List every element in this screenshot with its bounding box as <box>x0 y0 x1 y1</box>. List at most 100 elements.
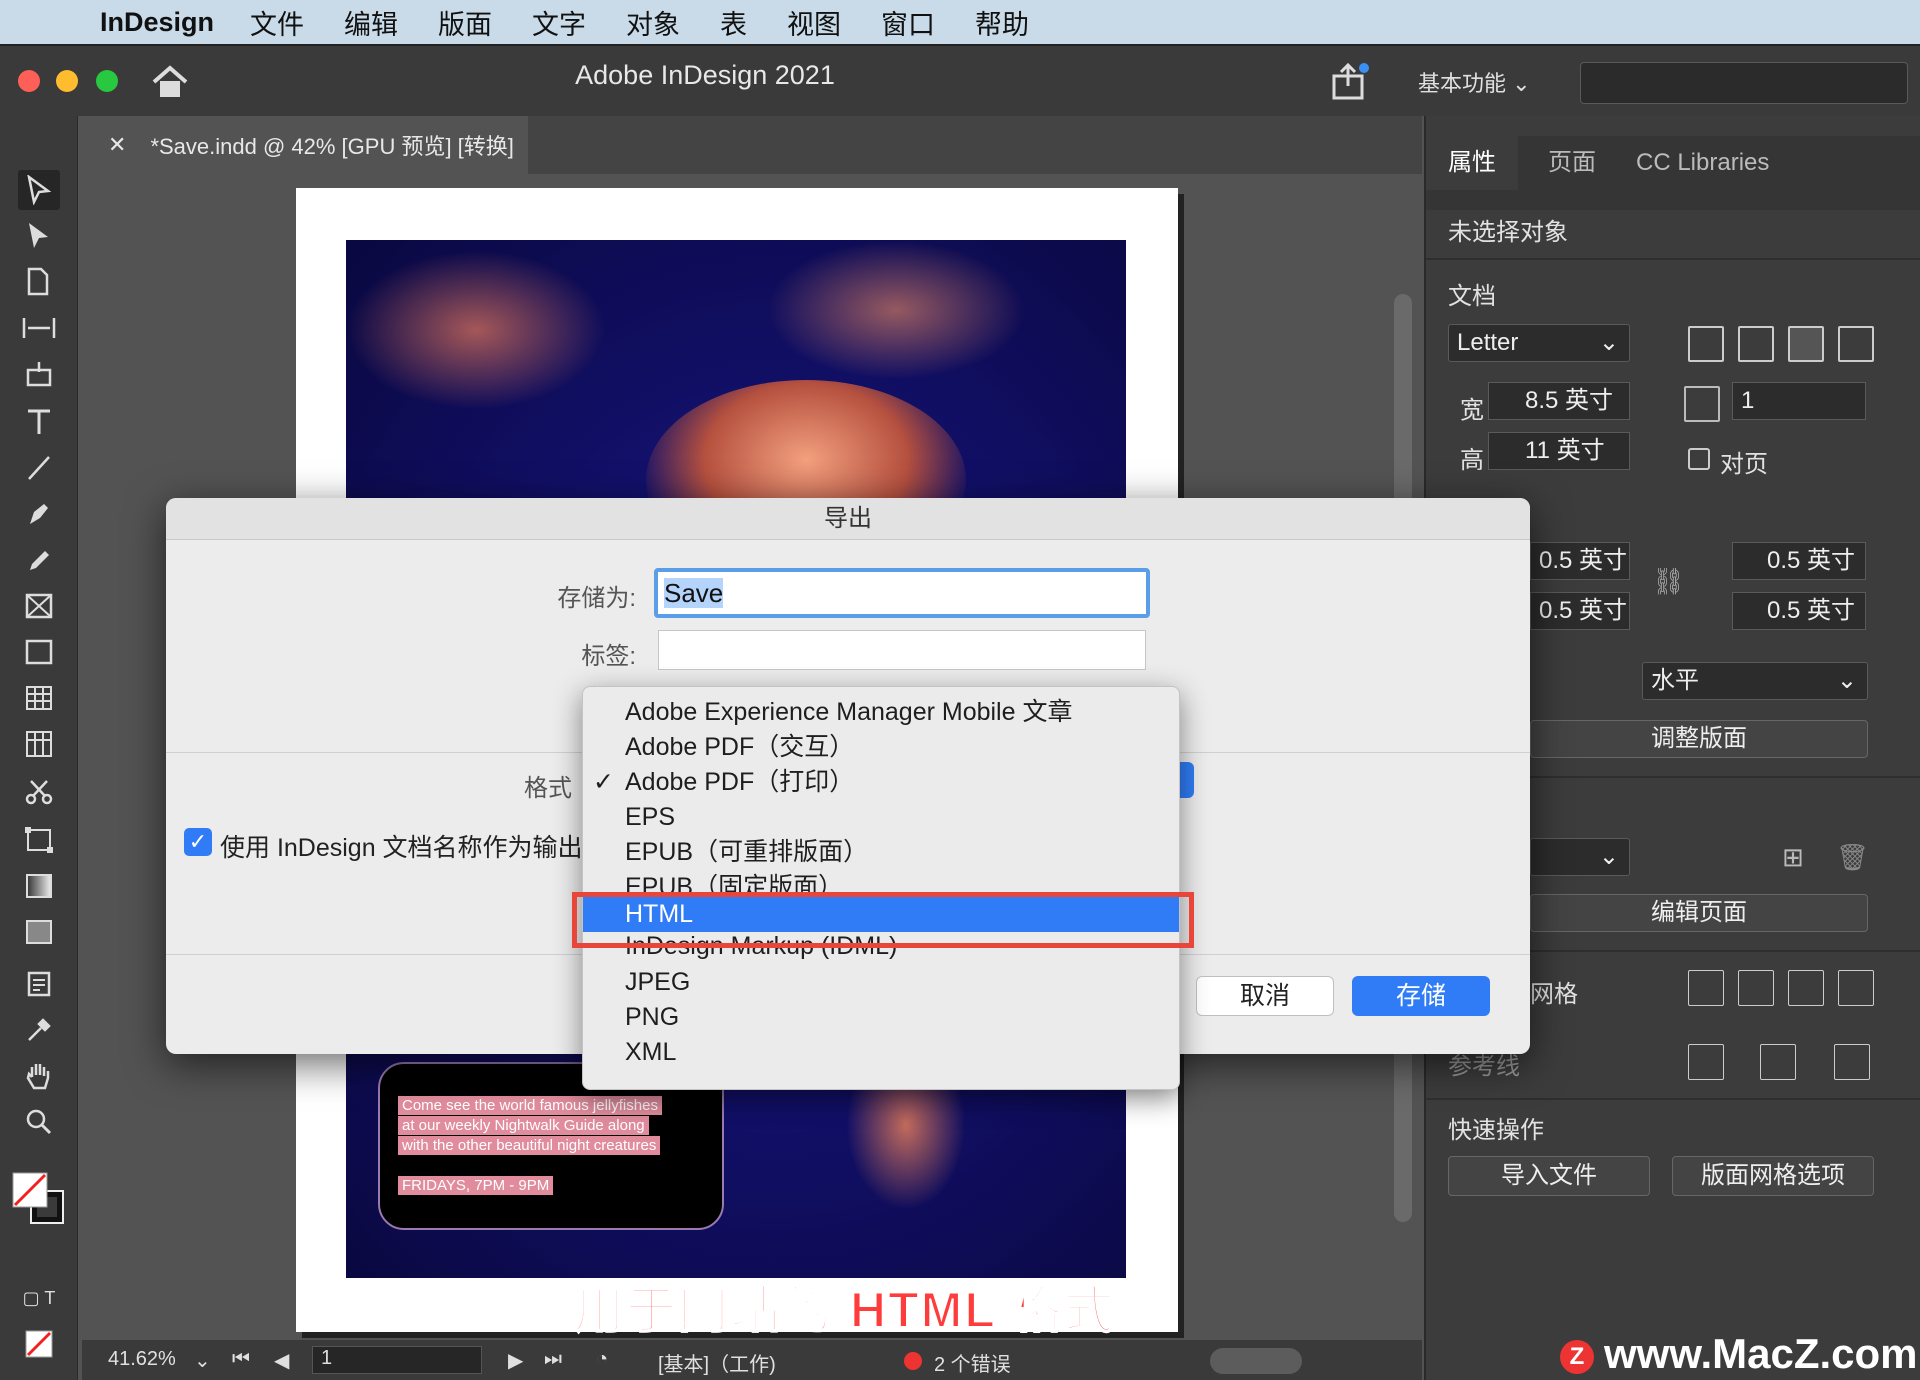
page-tool-icon[interactable] <box>18 262 60 302</box>
gradient-swatch-tool-icon[interactable] <box>18 866 60 906</box>
margin-left-field[interactable]: 0.5 英寸 <box>1732 542 1866 580</box>
menu-view[interactable]: 视图 <box>787 3 841 42</box>
scissors-tool-icon[interactable] <box>18 772 60 812</box>
tab-document[interactable]: ✕ *Save.indd @ 42% [GPU 预览] [转换] <box>82 116 528 174</box>
previous-page-icon[interactable]: ◀ <box>274 1348 289 1373</box>
horizontal-grid-tool-icon[interactable] <box>18 678 60 718</box>
facing-pages-checkbox[interactable] <box>1688 448 1710 470</box>
direct-selection-tool-icon[interactable] <box>18 216 60 256</box>
page-size-select[interactable]: Letter ⌄ <box>1448 324 1630 362</box>
orientation-select[interactable]: 水平 ⌄ <box>1642 662 1868 700</box>
tab-cc-libraries[interactable]: CC Libraries <box>1614 136 1791 190</box>
chevron-down-icon: ⌄ <box>1598 329 1619 356</box>
content-collector-icon[interactable] <box>18 354 60 394</box>
lock-guides-icon[interactable] <box>1760 1044 1796 1080</box>
first-page-icon[interactable]: ⏮ <box>232 1348 250 1371</box>
tab-properties[interactable]: 属性 <box>1426 136 1518 190</box>
gap-tool-icon[interactable] <box>18 308 60 348</box>
document-grid-icon[interactable] <box>1788 970 1824 1006</box>
add-page-icon[interactable]: ⊞ <box>1782 842 1804 873</box>
preflight-profile[interactable]: [基本]（工作) <box>658 1348 776 1377</box>
use-doc-name-label: 使用 InDesign 文档名称作为输出 <box>220 834 583 862</box>
line-tool-icon[interactable] <box>18 448 60 488</box>
zoom-chevron-down-icon[interactable]: ⌄ <box>194 1348 211 1373</box>
hand-tool-icon[interactable] <box>18 1056 60 1096</box>
width-field[interactable]: 8.5 英寸 <box>1488 382 1630 420</box>
vertical-text-icon[interactable] <box>1738 326 1774 362</box>
height-field[interactable]: 11 英寸 <box>1488 432 1630 470</box>
workspace-switcher[interactable]: 基本功能 ⌄ <box>1418 66 1531 98</box>
menu-object[interactable]: 对象 <box>626 3 680 42</box>
menu-layout[interactable]: 版面 <box>438 3 492 42</box>
baseline-grid-icon[interactable] <box>1688 970 1724 1006</box>
menu-table[interactable]: 表 <box>720 3 747 42</box>
dialog-title: 导出 <box>166 498 1530 540</box>
last-page-icon[interactable]: ⏭ <box>544 1348 562 1371</box>
menu-item-eps[interactable]: EPS <box>583 800 1179 835</box>
selection-tool-icon[interactable] <box>18 170 60 210</box>
next-page-icon[interactable]: ▶ <box>508 1348 523 1373</box>
edit-page-button[interactable]: 编辑页面 <box>1530 894 1868 932</box>
menu-window[interactable]: 窗口 <box>881 3 935 42</box>
height-label: 高 <box>1460 447 1484 474</box>
cancel-button[interactable]: 取消 <box>1196 976 1334 1016</box>
tags-input[interactable] <box>658 630 1146 670</box>
margin-top-field[interactable]: 0.5 英寸 <box>1530 542 1630 580</box>
menu-item-epub-fixed[interactable]: EPUB（固定版面） <box>583 870 1179 892</box>
menu-item-epub-reflowable[interactable]: EPUB（可重排版面） <box>583 835 1179 870</box>
preflight-profile-icon[interactable]: ◔ <box>596 1348 608 1371</box>
rectangle-tool-icon[interactable] <box>18 632 60 672</box>
menu-item-aem-mobile[interactable]: Adobe Experience Manager Mobile 文章 <box>583 695 1179 730</box>
menu-app-name[interactable]: InDesign <box>100 7 214 38</box>
menu-file[interactable]: 文件 <box>250 3 304 42</box>
vertical-grid-tool-icon[interactable] <box>18 724 60 764</box>
delete-page-icon[interactable]: 🗑 <box>1836 842 1869 873</box>
type-tool-icon[interactable] <box>18 402 60 442</box>
layout-grid-icon[interactable] <box>1738 970 1774 1006</box>
pen-tool-icon[interactable] <box>18 494 60 534</box>
eyedropper-tool-icon[interactable] <box>18 1010 60 1050</box>
gradient-feather-tool-icon[interactable] <box>18 912 60 952</box>
menu-item-png[interactable]: PNG <box>583 1000 1179 1035</box>
error-count[interactable]: 2 个错误 <box>934 1348 1011 1377</box>
free-transform-tool-icon[interactable] <box>18 820 60 860</box>
menu-item-label: PNG <box>625 1003 680 1031</box>
text-frame-icon[interactable] <box>1688 326 1724 362</box>
use-doc-name-checkbox[interactable]: ✓ <box>184 828 212 856</box>
note-tool-icon[interactable] <box>18 964 60 1004</box>
link-margins-icon[interactable]: ⛓ <box>1652 566 1685 597</box>
pencil-tool-icon[interactable] <box>18 540 60 580</box>
close-icon[interactable]: ✕ <box>108 132 126 158</box>
save-as-input[interactable]: Save <box>654 568 1150 618</box>
layout-grid-options-button[interactable]: 版面网格选项 <box>1672 1156 1874 1196</box>
menu-item-pdf-print[interactable]: ✓ Adobe PDF（打印） <box>583 765 1179 800</box>
import-file-button[interactable]: 导入文件 <box>1448 1156 1650 1196</box>
portrait-orientation-icon[interactable] <box>1788 326 1824 362</box>
zoom-tool-icon[interactable] <box>18 1102 60 1142</box>
zoom-level[interactable]: 41.62% <box>108 1348 176 1371</box>
search-input[interactable] <box>1580 62 1908 104</box>
watermark: Zwww.MacZ.com <box>1560 1330 1918 1378</box>
menu-edit[interactable]: 编辑 <box>344 3 398 42</box>
pages-count-field[interactable]: 1 <box>1732 382 1866 420</box>
menu-type[interactable]: 文字 <box>532 3 586 42</box>
master-page-select[interactable]: ⌄ <box>1530 838 1630 876</box>
menu-item-jpeg[interactable]: JPEG <box>583 965 1179 1000</box>
menu-item-xml[interactable]: XML <box>583 1035 1179 1070</box>
page-number-field[interactable]: 1 <box>312 1346 482 1374</box>
margin-right-field[interactable]: 0.5 英寸 <box>1732 592 1866 630</box>
smart-guides-icon[interactable] <box>1834 1044 1870 1080</box>
landscape-orientation-icon[interactable] <box>1838 326 1874 362</box>
horizontal-scrollbar[interactable] <box>1210 1348 1302 1374</box>
frame-grid-icon[interactable] <box>1838 970 1874 1006</box>
fill-stroke-swatch-icon[interactable] <box>8 1168 70 1230</box>
adjust-layout-button[interactable]: 调整版面 <box>1530 720 1868 758</box>
menu-help[interactable]: 帮助 <box>975 3 1029 42</box>
save-button[interactable]: 存储 <box>1352 976 1490 1016</box>
tab-pages[interactable]: 页面 <box>1526 136 1618 190</box>
menu-item-pdf-interactive[interactable]: Adobe PDF（交互） <box>583 730 1179 765</box>
margin-bottom-field[interactable]: 0.5 英寸 <box>1530 592 1630 630</box>
share-icon[interactable] <box>1330 62 1370 102</box>
rectangle-frame-tool-icon[interactable] <box>18 586 60 626</box>
show-guides-icon[interactable] <box>1688 1044 1724 1080</box>
